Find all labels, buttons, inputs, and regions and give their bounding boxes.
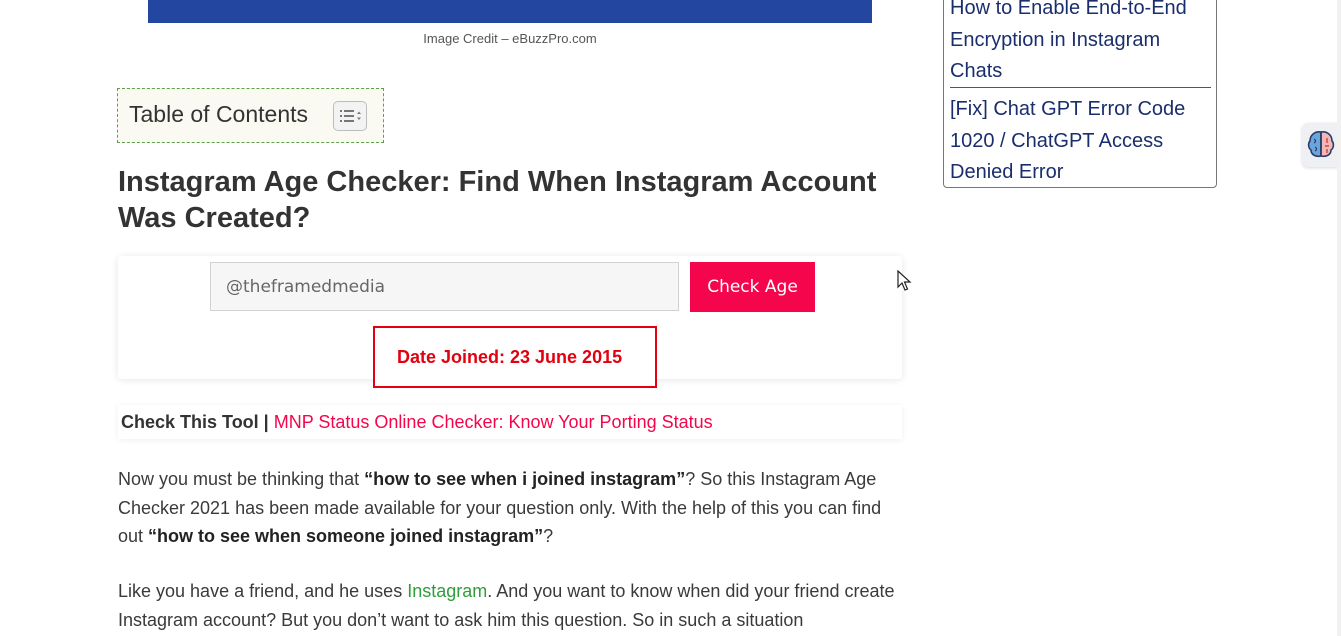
article-page: Image Credit – eBuzzPro.com Table of Con… xyxy=(0,0,1341,636)
age-checker-tool: Check Age Date Joined: 23 June 2015 xyxy=(118,256,902,388)
bold-phrase: “how to see when i joined instagram” xyxy=(364,469,686,489)
list-toggle-icon xyxy=(340,110,361,122)
floating-extension-widget[interactable] xyxy=(1302,123,1341,167)
mnp-status-link[interactable]: MNP Status Online Checker: Know Your Por… xyxy=(274,412,713,432)
table-of-contents: Table of Contents xyxy=(117,88,384,143)
check-age-button[interactable]: Check Age xyxy=(690,262,815,312)
sidebar-post-link[interactable]: How to Enable End-to-End Encryption in I… xyxy=(950,0,1212,88)
paragraph-text: Now you must be thinking that xyxy=(118,469,365,489)
article-heading: Instagram Age Checker: Find When Instagr… xyxy=(118,166,877,234)
hero-image xyxy=(148,0,872,23)
check-this-tool-bar: Check This Tool | MNP Status Online Chec… xyxy=(118,405,902,439)
intro-paragraph: Now you must be thinking that “how to se… xyxy=(118,465,908,551)
paragraph-text: Like you have a friend, and he uses xyxy=(118,581,408,601)
toc-toggle-button[interactable] xyxy=(333,101,367,131)
page-scrollbar[interactable] xyxy=(1337,0,1341,636)
username-input[interactable] xyxy=(210,262,679,311)
result-box: Date Joined: 23 June 2015 xyxy=(373,326,657,388)
sidebar-recent-posts: How to Enable End-to-End Encryption in I… xyxy=(943,0,1217,188)
date-joined-result: Date Joined: 23 June 2015 xyxy=(397,347,623,367)
sidebar-post-link[interactable]: [Fix] Chat GPT Error Code 1020 / ChatGPT… xyxy=(950,94,1212,189)
sidebar-divider xyxy=(950,87,1211,88)
brain-icon xyxy=(1307,131,1335,158)
check-tool-prefix: Check This Tool | xyxy=(121,412,274,432)
bold-phrase: “how to see when someone joined instagra… xyxy=(148,526,544,546)
instagram-link[interactable]: Instagram xyxy=(407,581,487,601)
second-paragraph: Like you have a friend, and he uses Inst… xyxy=(118,577,908,634)
toc-title: Table of Contents xyxy=(129,101,309,127)
paragraph-text: ? xyxy=(543,526,554,546)
image-credit: Image Credit – eBuzzPro.com xyxy=(423,31,597,46)
mouse-cursor-icon xyxy=(897,270,912,291)
